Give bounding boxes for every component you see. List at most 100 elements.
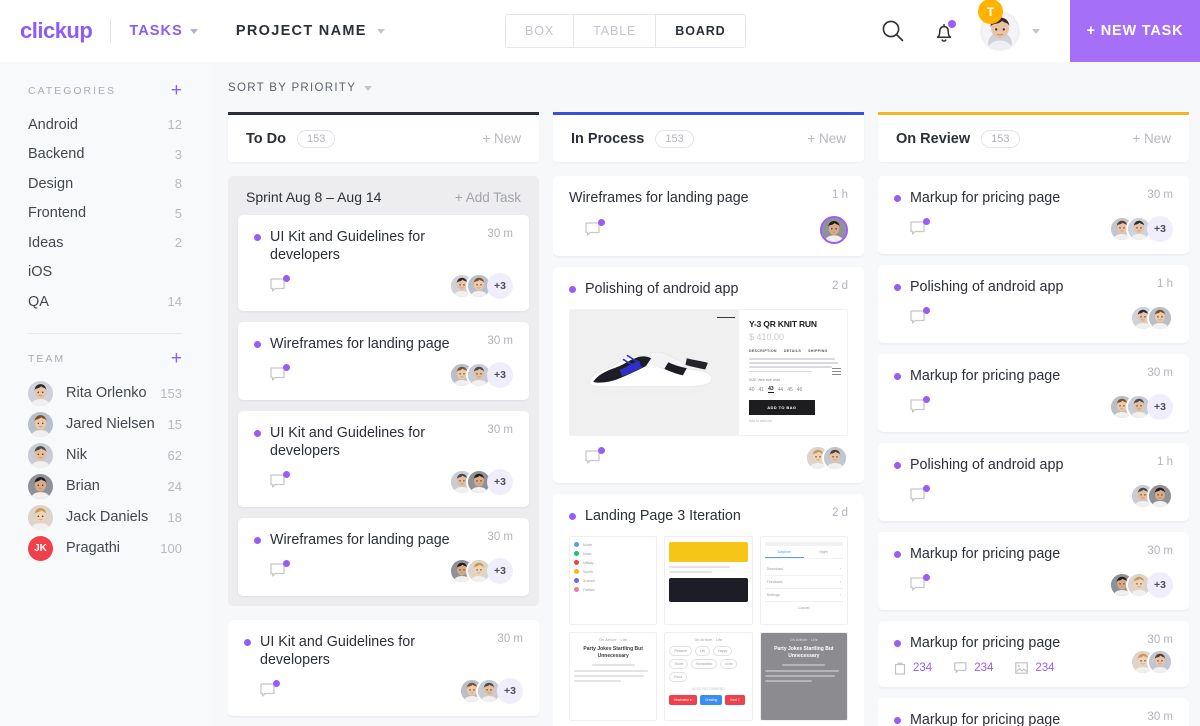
comment-icon[interactable] bbox=[910, 488, 927, 504]
size-option[interactable]: 45 bbox=[787, 387, 793, 393]
column-card-list[interactable]: Markup for pricing page30 m+3 Polishing o… bbox=[878, 162, 1189, 726]
avatar[interactable] bbox=[820, 216, 848, 244]
avatar[interactable] bbox=[1147, 305, 1173, 331]
task-card[interactable]: Polishing of android app1 h bbox=[878, 265, 1189, 343]
avatar-overflow-count[interactable]: +3 bbox=[1147, 572, 1173, 598]
task-card[interactable]: Landing Page 3 Iteration2 dMovieMusicMil… bbox=[553, 494, 864, 726]
task-card[interactable]: Markup for pricing page30 m+3 bbox=[878, 176, 1189, 254]
list-item[interactable]: Download› bbox=[765, 563, 843, 576]
avatar-overflow-count[interactable]: +3 bbox=[497, 678, 523, 704]
comment-icon[interactable] bbox=[910, 310, 927, 326]
user-avatar-group[interactable]: T bbox=[980, 11, 1062, 51]
comment-icon[interactable] bbox=[585, 222, 602, 238]
tag-chip[interactable]: Creating bbox=[700, 695, 722, 705]
team-member-item[interactable]: JKPragathi100 bbox=[0, 533, 210, 564]
task-card[interactable]: Markup for pricing page30 mSubtask Title… bbox=[878, 698, 1189, 726]
avatar[interactable] bbox=[822, 445, 848, 471]
avatar-overflow-count[interactable]: +3 bbox=[487, 273, 513, 299]
add-category-button[interactable]: + bbox=[171, 84, 182, 98]
tab-board[interactable]: BOARD bbox=[656, 15, 744, 47]
clickup-logo[interactable]: clickup bbox=[20, 18, 92, 44]
wishlist-link[interactable]: Add to wish list bbox=[749, 419, 839, 423]
sidebar-item-android[interactable]: Android12 bbox=[0, 110, 210, 140]
team-member-item[interactable]: Nik62 bbox=[0, 440, 210, 471]
attachment-meta[interactable]: 234 bbox=[894, 661, 932, 675]
search-icon[interactable] bbox=[880, 18, 906, 44]
filter-chip[interactable]: Pleasure bbox=[669, 646, 692, 656]
mockup-thumbnail[interactable]: On Article · LifeParty Jokes Startling B… bbox=[569, 632, 657, 721]
task-card[interactable]: Polishing of android app2 dY-3 QR KNIT R… bbox=[553, 267, 864, 483]
tag-chip[interactable]: Illustration in bbox=[669, 695, 697, 705]
comment-icon[interactable] bbox=[270, 278, 287, 294]
column-add-new-button[interactable]: + New bbox=[482, 131, 521, 146]
mockup-thumbnail[interactable]: On Article · LifePleasureLifeHappyTravel… bbox=[664, 632, 752, 721]
tasks-menu[interactable]: TASKS bbox=[129, 23, 198, 39]
sidebar-item-frontend[interactable]: Frontend5 bbox=[0, 199, 210, 229]
comment-icon[interactable] bbox=[270, 563, 287, 579]
mockup-thumbnail[interactable]: MovieMusicMilitarySportsScienceFashion bbox=[569, 536, 657, 625]
size-option[interactable]: 40 bbox=[749, 387, 755, 393]
chevron-down-icon[interactable] bbox=[1032, 29, 1040, 34]
list-item[interactable]: Settings› bbox=[765, 589, 843, 602]
task-card[interactable]: UI Kit and Guidelines for developers30 m… bbox=[238, 215, 529, 311]
column-add-new-button[interactable]: + New bbox=[807, 131, 846, 146]
task-card[interactable]: Wireframes for landing page30 m+3 bbox=[238, 322, 529, 400]
task-card[interactable]: Wireframes for landing page30 m+3 bbox=[238, 518, 529, 596]
team-member-item[interactable]: Rita Orlenko153 bbox=[0, 378, 210, 409]
comment-icon[interactable] bbox=[585, 450, 602, 466]
product-tab[interactable]: SHIPPING bbox=[808, 349, 828, 353]
avatar-overflow-count[interactable]: +3 bbox=[487, 362, 513, 388]
product-tab[interactable]: DESCRIPTION bbox=[749, 349, 777, 353]
mockup-thumbnail[interactable]: On Article · LifeParty Jokes Startling B… bbox=[760, 632, 848, 721]
tab-box[interactable]: BOX bbox=[506, 15, 574, 47]
tab-daytime[interactable]: Daytime bbox=[765, 550, 804, 558]
column-card-list[interactable]: Wireframes for landing page1 h Polishing … bbox=[553, 162, 864, 726]
comment-icon[interactable] bbox=[260, 683, 277, 699]
size-option[interactable]: 43 bbox=[768, 386, 774, 393]
sidebar-item-qa[interactable]: QA14 bbox=[0, 287, 210, 317]
tab-night[interactable]: Night bbox=[804, 550, 843, 558]
add-task-button[interactable]: + Add Task bbox=[455, 190, 521, 205]
column-add-new-button[interactable]: + New bbox=[1132, 131, 1171, 146]
list-item[interactable]: Feedback› bbox=[765, 576, 843, 589]
filter-chip[interactable]: Humanities bbox=[691, 659, 717, 669]
sidebar-item-design[interactable]: Design8 bbox=[0, 169, 210, 199]
comment-icon[interactable] bbox=[910, 399, 927, 415]
image-meta[interactable]: 234 bbox=[1015, 662, 1054, 674]
filter-chip[interactable]: Life bbox=[695, 646, 710, 656]
task-card[interactable]: UI Kit and Guidelines for developers30 m… bbox=[228, 620, 539, 716]
size-option[interactable]: 44 bbox=[778, 387, 784, 393]
avatar-overflow-count[interactable]: +3 bbox=[1147, 216, 1173, 242]
project-menu[interactable]: PROJECT NAME bbox=[236, 23, 385, 39]
task-card[interactable]: Markup for pricing page30 m+3 bbox=[878, 354, 1189, 432]
team-member-item[interactable]: Jack Daniels18 bbox=[0, 502, 210, 533]
sidebar-item-backend[interactable]: Backend3 bbox=[0, 140, 210, 170]
column-card-list[interactable]: Sprint Aug 8 – Aug 14+ Add TaskUI Kit an… bbox=[228, 162, 539, 726]
filter-chip[interactable]: Food bbox=[669, 672, 686, 682]
sidebar-item-ideas[interactable]: Ideas2 bbox=[0, 228, 210, 258]
comment-meta[interactable]: 234 bbox=[954, 662, 993, 674]
mockup-thumbnail[interactable] bbox=[664, 536, 752, 625]
attachment-preview[interactable]: Y-3 QR KNIT RUN$ 410.00DESCRIPTIONDETAIL… bbox=[569, 309, 848, 436]
filter-chip[interactable]: Happy bbox=[713, 646, 732, 656]
add-to-bag-button[interactable]: ADD TO BAG bbox=[749, 400, 815, 415]
avatar-overflow-count[interactable]: +3 bbox=[487, 558, 513, 584]
team-member-item[interactable]: Jared Nielsen15 bbox=[0, 409, 210, 440]
avatar-overflow-count[interactable]: +3 bbox=[487, 469, 513, 495]
size-option[interactable]: 46 bbox=[797, 387, 803, 393]
sidebar-item-ios[interactable]: iOS bbox=[0, 258, 210, 288]
task-card[interactable]: UI Kit and Guidelines for developers30 m… bbox=[238, 411, 529, 507]
sort-by-priority-button[interactable]: SORT BY PRIORITY bbox=[228, 82, 372, 94]
task-card[interactable]: Markup for pricing page30 m234234234 bbox=[878, 621, 1189, 687]
comment-icon[interactable] bbox=[270, 474, 287, 490]
product-tab[interactable]: DETAILS bbox=[784, 349, 801, 353]
task-card[interactable]: Wireframes for landing page1 h bbox=[553, 176, 864, 256]
bell-icon[interactable] bbox=[932, 19, 956, 44]
tab-table[interactable]: TABLE bbox=[574, 15, 656, 47]
task-card[interactable]: Polishing of android app1 h bbox=[878, 443, 1189, 521]
add-team-member-button[interactable]: + bbox=[171, 352, 182, 366]
avatar[interactable] bbox=[1147, 483, 1173, 509]
tag-chip[interactable]: Kent 2 bbox=[725, 695, 744, 705]
comment-icon[interactable] bbox=[910, 221, 927, 237]
avatar-overflow-count[interactable]: +3 bbox=[1147, 394, 1173, 420]
